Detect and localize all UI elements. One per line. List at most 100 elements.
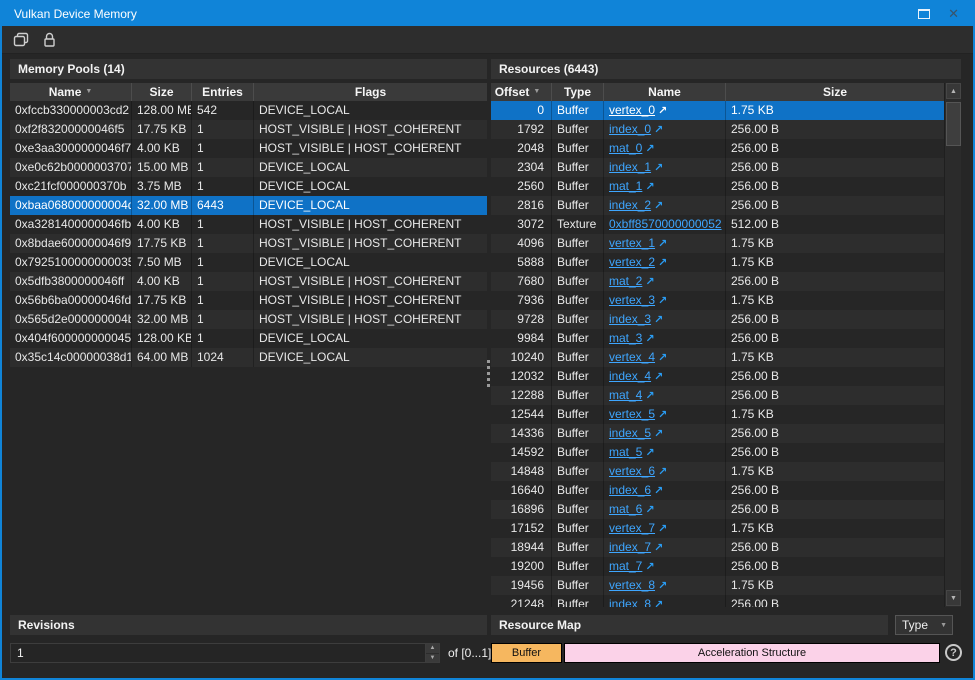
table-row[interactable]: 0xbaa068000000004d 32.00 MB 6443 DEVICE_…: [10, 196, 487, 215]
goto-resource-icon[interactable]: ↗: [654, 124, 663, 136]
table-row[interactable]: 14848 Buffer vertex_6↗ 1.75 KB: [491, 462, 944, 481]
goto-resource-icon[interactable]: ↗: [654, 542, 663, 554]
goto-resource-icon[interactable]: ↗: [645, 143, 654, 155]
resource-link[interactable]: mat_2: [609, 274, 642, 288]
column-header-offset[interactable]: Offset ▼: [491, 83, 552, 101]
column-header-name[interactable]: Name ▼: [10, 83, 132, 101]
column-header-res-name[interactable]: Name: [604, 83, 726, 101]
resource-link[interactable]: index_5: [609, 426, 651, 440]
goto-resource-icon[interactable]: ↗: [645, 181, 654, 193]
goto-resource-icon[interactable]: ↗: [645, 333, 654, 345]
goto-resource-icon[interactable]: ↗: [658, 580, 667, 592]
table-row[interactable]: 9728 Buffer index_3↗ 256.00 B: [491, 310, 944, 329]
goto-resource-icon[interactable]: ↗: [658, 352, 667, 364]
goto-resource-icon[interactable]: ↗: [658, 105, 667, 117]
table-row[interactable]: 12288 Buffer mat_4↗ 256.00 B: [491, 386, 944, 405]
lock-button[interactable]: [38, 29, 60, 51]
table-row[interactable]: 0x35c14c00000038d1 64.00 MB 1024 DEVICE_…: [10, 348, 487, 367]
table-row[interactable]: 16640 Buffer index_6↗ 256.00 B: [491, 481, 944, 500]
resource-link[interactable]: mat_0: [609, 141, 642, 155]
resource-link[interactable]: mat_7: [609, 559, 642, 573]
acceleration-structure-segment[interactable]: Acceleration Structure: [564, 643, 940, 663]
resource-link[interactable]: mat_6: [609, 502, 642, 516]
resource-link[interactable]: index_8: [609, 597, 651, 607]
goto-resource-icon[interactable]: ↗: [658, 466, 667, 478]
resource-link[interactable]: index_6: [609, 483, 651, 497]
revision-value[interactable]: 1: [11, 644, 425, 662]
column-header-entries[interactable]: Entries: [192, 83, 254, 101]
table-row[interactable]: 0xf2f83200000046f5 17.75 KB 1 HOST_VISIB…: [10, 120, 487, 139]
resource-link[interactable]: vertex_3: [609, 293, 655, 307]
resource-link[interactable]: 0xbff8570000000052: [609, 217, 722, 231]
table-row[interactable]: 0 Buffer vertex_0↗ 1.75 KB: [491, 101, 944, 120]
table-row[interactable]: 16896 Buffer mat_6↗ 256.00 B: [491, 500, 944, 519]
resource-link[interactable]: mat_4: [609, 388, 642, 402]
goto-resource-icon[interactable]: ↗: [654, 371, 663, 383]
resource-link[interactable]: vertex_2: [609, 255, 655, 269]
goto-resource-icon[interactable]: ↗: [654, 599, 663, 607]
table-row[interactable]: 9984 Buffer mat_3↗ 256.00 B: [491, 329, 944, 348]
table-row[interactable]: 18944 Buffer index_7↗ 256.00 B: [491, 538, 944, 557]
resource-link[interactable]: vertex_1: [609, 236, 655, 250]
goto-resource-icon[interactable]: ↗: [645, 504, 654, 516]
table-row[interactable]: 7680 Buffer mat_2↗ 256.00 B: [491, 272, 944, 291]
resource-link[interactable]: vertex_8: [609, 578, 655, 592]
resource-link[interactable]: vertex_0: [609, 103, 655, 117]
buffer-segment[interactable]: Buffer: [491, 643, 562, 663]
table-row[interactable]: 5888 Buffer vertex_2↗ 1.75 KB: [491, 253, 944, 272]
goto-resource-icon[interactable]: ↗: [645, 390, 654, 402]
table-row[interactable]: 0x5dfb3800000046ff 4.00 KB 1 HOST_VISIBL…: [10, 272, 487, 291]
float-window-button[interactable]: [918, 9, 930, 19]
column-header-flags[interactable]: Flags: [254, 83, 487, 101]
resource-link[interactable]: index_4: [609, 369, 651, 383]
resource-link[interactable]: mat_5: [609, 445, 642, 459]
table-row[interactable]: 4096 Buffer vertex_1↗ 1.75 KB: [491, 234, 944, 253]
table-row[interactable]: 0xe3aa3000000046f7 4.00 KB 1 HOST_VISIBL…: [10, 139, 487, 158]
goto-resource-icon[interactable]: ↗: [645, 276, 654, 288]
table-row[interactable]: 17152 Buffer vertex_7↗ 1.75 KB: [491, 519, 944, 538]
table-row[interactable]: 2560 Buffer mat_1↗ 256.00 B: [491, 177, 944, 196]
duplicate-window-button[interactable]: [10, 29, 32, 51]
goto-resource-icon[interactable]: ↗: [658, 295, 667, 307]
scrollbar-thumb[interactable]: [946, 102, 961, 146]
resource-link[interactable]: index_7: [609, 540, 651, 554]
close-button[interactable]: ✕: [948, 9, 959, 19]
goto-resource-icon[interactable]: ↗: [654, 162, 663, 174]
table-row[interactable]: 3072 Texture 0xbff8570000000052↗ 512.00 …: [491, 215, 944, 234]
column-header-type[interactable]: Type: [552, 83, 604, 101]
column-header-res-size[interactable]: Size: [726, 83, 944, 101]
resource-link[interactable]: mat_3: [609, 331, 642, 345]
goto-resource-icon[interactable]: ↗: [645, 561, 654, 573]
resource-link[interactable]: index_0: [609, 122, 651, 136]
resource-link[interactable]: index_1: [609, 160, 651, 174]
table-row[interactable]: 14592 Buffer mat_5↗ 256.00 B: [491, 443, 944, 462]
table-row[interactable]: 0x56b6ba00000046fd 17.75 KB 1 HOST_VISIB…: [10, 291, 487, 310]
spinner-down-button[interactable]: ▼: [426, 654, 439, 663]
table-row[interactable]: 7936 Buffer vertex_3↗ 1.75 KB: [491, 291, 944, 310]
scroll-down-button[interactable]: ▼: [946, 590, 961, 606]
scroll-up-button[interactable]: ▲: [946, 83, 961, 99]
goto-resource-icon[interactable]: ↗: [645, 447, 654, 459]
goto-resource-icon[interactable]: ↗: [658, 409, 667, 421]
goto-resource-icon[interactable]: ↗: [654, 485, 663, 497]
table-row[interactable]: 1792 Buffer index_0↗ 256.00 B: [491, 120, 944, 139]
table-row[interactable]: 0x565d2e000000004b 32.00 MB 1 HOST_VISIB…: [10, 310, 487, 329]
goto-resource-icon[interactable]: ↗: [658, 238, 667, 250]
goto-resource-icon[interactable]: ↗: [654, 200, 663, 212]
table-row[interactable]: 19456 Buffer vertex_8↗ 1.75 KB: [491, 576, 944, 595]
goto-resource-icon[interactable]: ↗: [658, 257, 667, 269]
column-header-size[interactable]: Size: [132, 83, 192, 101]
table-row[interactable]: 2304 Buffer index_1↗ 256.00 B: [491, 158, 944, 177]
resource-link[interactable]: vertex_5: [609, 407, 655, 421]
table-row[interactable]: 0x404f600000000045 128.00 KB 1 DEVICE_LO…: [10, 329, 487, 348]
resource-link[interactable]: vertex_4: [609, 350, 655, 364]
type-filter-dropdown[interactable]: Type ▼: [895, 615, 953, 635]
vertical-scrollbar[interactable]: ▲ ▼: [944, 83, 961, 607]
table-row[interactable]: 12544 Buffer vertex_5↗ 1.75 KB: [491, 405, 944, 424]
resource-link[interactable]: index_2: [609, 198, 651, 212]
spinner-up-button[interactable]: ▲: [426, 644, 439, 654]
table-row[interactable]: 12032 Buffer index_4↗ 256.00 B: [491, 367, 944, 386]
table-row[interactable]: 0xe0c62b0000003707 15.00 MB 1 DEVICE_LOC…: [10, 158, 487, 177]
table-row[interactable]: 0x7925100000000035 7.50 MB 1 DEVICE_LOCA…: [10, 253, 487, 272]
table-row[interactable]: 0xfccb330000003cd2 128.00 MB 542 DEVICE_…: [10, 101, 487, 120]
